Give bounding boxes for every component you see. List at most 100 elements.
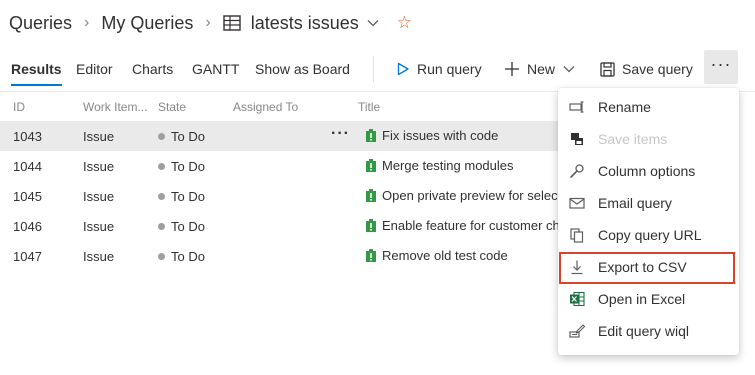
- issue-icon: [366, 189, 376, 202]
- table-row[interactable]: 1043 Issue To Do ··· Fix issues with cod…: [0, 121, 560, 151]
- row-more-button[interactable]: ···: [331, 125, 350, 143]
- breadcrumb: Queries › My Queries › latests issues ☆: [9, 10, 412, 36]
- menu-item-edit-query-wiql[interactable]: Edit query wiql: [558, 315, 739, 347]
- cell-state: To Do: [158, 129, 205, 144]
- menu-item-copy-query-url[interactable]: Copy query URL: [558, 219, 739, 251]
- state-label: To Do: [171, 159, 205, 174]
- cell-title: Remove old test code: [366, 248, 508, 263]
- issue-icon: [366, 219, 376, 232]
- plus-icon: [505, 62, 519, 76]
- title-link[interactable]: Merge testing modules: [382, 158, 514, 173]
- save-query-button[interactable]: Save query: [600, 52, 693, 86]
- cell-type: Issue: [83, 249, 115, 264]
- title-link[interactable]: Enable feature for customer ch: [382, 218, 560, 233]
- menu-item-label: Edit query wiql: [598, 323, 690, 339]
- menu-item-column-options[interactable]: Column options: [558, 155, 739, 187]
- cell-id: 1045: [13, 189, 42, 204]
- save-items-icon: [571, 133, 583, 145]
- menu-item-label: Column options: [598, 163, 696, 179]
- cell-type: Issue: [83, 189, 115, 204]
- column-header-work-item-type[interactable]: Work Item...: [83, 100, 147, 114]
- save-icon: [600, 61, 615, 77]
- menu-item-label: Email query: [598, 195, 672, 211]
- copy-icon: [570, 228, 584, 243]
- toolbar-divider: [373, 56, 374, 82]
- query-grid-icon: [223, 15, 241, 31]
- more-actions-menu: Rename Save items Column options Email q…: [558, 88, 739, 355]
- tab-charts[interactable]: Charts: [132, 52, 173, 86]
- cell-state: To Do: [158, 249, 205, 264]
- wrench-icon: [570, 164, 584, 178]
- state-dot-icon: [158, 133, 165, 140]
- cell-title: Open private preview for select: [366, 188, 561, 203]
- state-dot-icon: [158, 193, 165, 200]
- breadcrumb-my-queries[interactable]: My Queries: [101, 13, 193, 34]
- table-row[interactable]: 1045 Issue To Do Open private preview fo…: [0, 181, 561, 211]
- cell-state: To Do: [158, 159, 205, 174]
- issue-icon: [366, 129, 376, 142]
- breadcrumb-queries[interactable]: Queries: [9, 13, 72, 34]
- table-row[interactable]: 1046 Issue To Do Enable feature for cust…: [0, 211, 560, 241]
- export-highlight-box: [559, 252, 735, 284]
- cell-state: To Do: [158, 189, 205, 204]
- state-dot-icon: [158, 223, 165, 230]
- state-label: To Do: [171, 129, 205, 144]
- cell-title: Merge testing modules: [366, 158, 514, 173]
- cell-id: 1046: [13, 219, 42, 234]
- edit-wiql-icon: [569, 324, 585, 338]
- issue-icon: [366, 249, 376, 262]
- chevron-down-icon: [563, 66, 575, 73]
- save-query-label: Save query: [622, 61, 693, 77]
- play-icon: [397, 62, 409, 76]
- more-icon: ···: [710, 54, 732, 74]
- cell-id: 1044: [13, 159, 42, 174]
- menu-item-label: Save items: [598, 131, 668, 147]
- mail-icon: [569, 197, 585, 209]
- state-label: To Do: [171, 219, 205, 234]
- breadcrumb-query-name[interactable]: latests issues: [251, 13, 359, 34]
- state-label: To Do: [171, 189, 205, 204]
- cell-title: Fix issues with code: [366, 128, 498, 143]
- tab-results[interactable]: Results: [11, 52, 62, 86]
- star-outline-icon[interactable]: ☆: [397, 13, 412, 33]
- new-button[interactable]: New: [504, 52, 575, 86]
- excel-icon: [570, 291, 585, 307]
- menu-item-rename[interactable]: Rename: [558, 91, 739, 123]
- title-link[interactable]: Open private preview for select: [382, 188, 561, 203]
- table-row[interactable]: 1044 Issue To Do Merge testing modules: [0, 151, 560, 181]
- run-query-label: Run query: [417, 61, 482, 77]
- tab-show-as-board[interactable]: Show as Board: [255, 52, 350, 86]
- column-header-id[interactable]: ID: [13, 100, 25, 114]
- table-row[interactable]: 1047 Issue To Do Remove old test code: [0, 241, 560, 271]
- menu-item-label: Rename: [598, 99, 651, 115]
- menu-item-label: Open in Excel: [598, 291, 686, 307]
- chevron-right-icon: ›: [205, 14, 211, 31]
- new-label: New: [527, 61, 556, 77]
- cell-id: 1043: [13, 129, 42, 144]
- tab-gantt[interactable]: GANTT: [192, 52, 239, 86]
- state-dot-icon: [158, 163, 165, 170]
- column-header-assigned-to[interactable]: Assigned To: [233, 100, 298, 114]
- cell-id: 1047: [13, 249, 42, 264]
- menu-item-email-query[interactable]: Email query: [558, 187, 739, 219]
- title-link[interactable]: Fix issues with code: [382, 128, 498, 143]
- cell-title: Enable feature for customer ch: [366, 218, 560, 233]
- cell-type: Issue: [83, 219, 115, 234]
- menu-item-save-items: Save items: [558, 123, 739, 155]
- tab-editor[interactable]: Editor: [76, 52, 113, 86]
- issue-icon: [366, 159, 376, 172]
- state-dot-icon: [158, 253, 165, 260]
- chevron-down-icon[interactable]: [367, 19, 379, 27]
- column-header-title[interactable]: Title: [358, 100, 380, 114]
- toolbar: Results Editor Charts GANTT Show as Boar…: [0, 52, 755, 86]
- more-actions-button[interactable]: ···: [704, 50, 738, 84]
- rename-icon: [569, 101, 584, 113]
- state-label: To Do: [171, 249, 205, 264]
- chevron-right-icon: ›: [84, 14, 90, 31]
- cell-type: Issue: [83, 159, 115, 174]
- run-query-button[interactable]: Run query: [396, 52, 482, 86]
- title-link[interactable]: Remove old test code: [382, 248, 508, 263]
- column-header-state[interactable]: State: [158, 100, 186, 114]
- menu-item-label: Copy query URL: [598, 227, 702, 243]
- menu-item-open-in-excel[interactable]: Open in Excel: [558, 283, 739, 315]
